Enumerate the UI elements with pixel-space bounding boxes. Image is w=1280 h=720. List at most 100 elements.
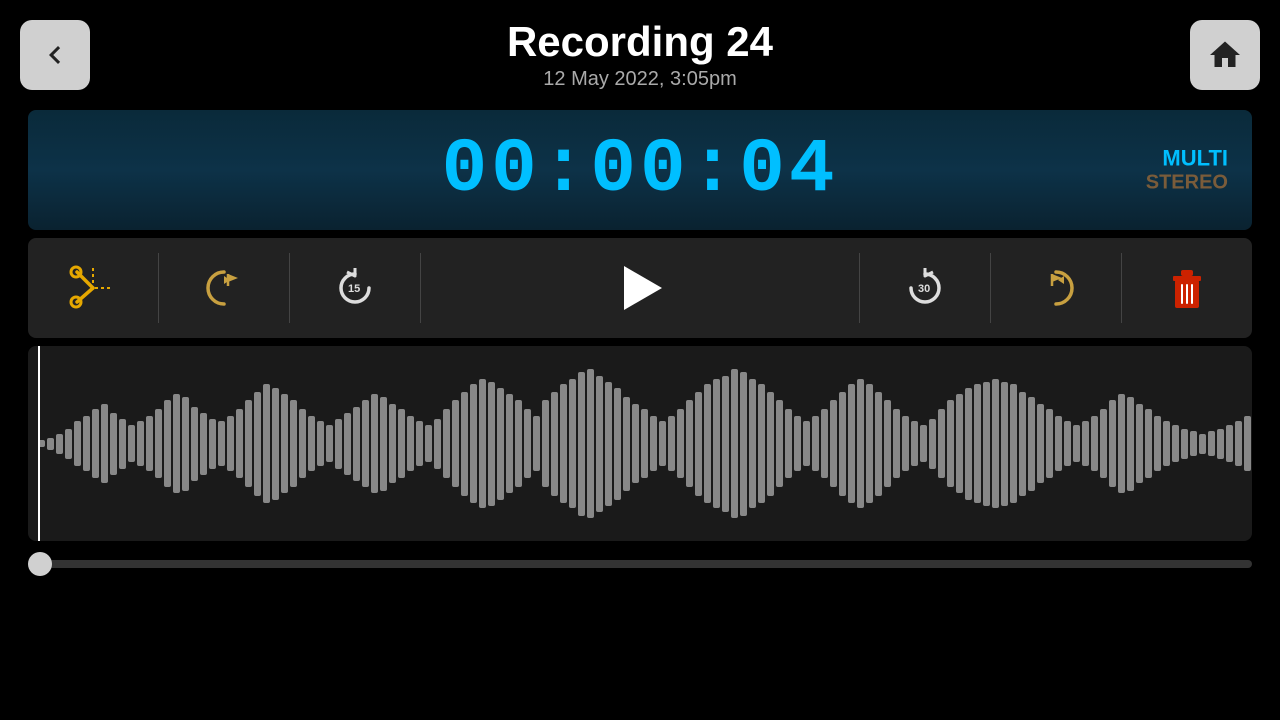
progress-track[interactable] — [28, 560, 1252, 568]
wave-bar — [569, 379, 576, 508]
wave-bar — [596, 376, 603, 512]
wave-bar — [929, 419, 936, 469]
wave-bar — [1208, 431, 1215, 456]
wave-bar — [254, 392, 261, 496]
recording-title: Recording 24 — [90, 19, 1190, 65]
wave-bar — [857, 379, 864, 508]
wave-bar — [308, 416, 315, 471]
wave-bar — [641, 409, 648, 478]
wave-bar — [974, 384, 981, 503]
wave-bar — [1019, 392, 1026, 496]
wave-bar — [209, 419, 216, 469]
wave-bar — [263, 384, 270, 503]
wave-bar — [1010, 384, 1017, 503]
wave-bar — [470, 384, 477, 503]
wave-bar — [1064, 421, 1071, 466]
wave-bar — [1046, 409, 1053, 478]
wave-bar — [965, 388, 972, 500]
wave-bar — [74, 421, 81, 466]
wave-bar — [551, 392, 558, 496]
back-button[interactable] — [20, 20, 90, 90]
wave-bar — [956, 394, 963, 493]
wave-bar — [749, 379, 756, 508]
waveform-section[interactable] — [28, 346, 1252, 541]
wave-bar — [812, 416, 819, 471]
wave-bar — [803, 421, 810, 466]
wave-bar — [920, 425, 927, 462]
scissors-button[interactable] — [28, 243, 158, 333]
wave-bar — [848, 384, 855, 503]
wave-bar — [677, 409, 684, 478]
wave-bar — [758, 384, 765, 503]
wave-bar — [200, 413, 207, 475]
progress-thumb[interactable] — [28, 552, 52, 576]
wave-bar — [164, 400, 171, 487]
wave-bar — [776, 400, 783, 487]
wave-bar — [1244, 416, 1251, 471]
delete-button[interactable] — [1122, 243, 1252, 333]
rewind-15-button[interactable]: 15 — [290, 243, 420, 333]
stereo-label: STEREO — [1146, 172, 1228, 195]
wave-bar — [1082, 421, 1089, 466]
timer-section: 00:00:04 MULTI STEREO — [28, 110, 1252, 230]
wave-bar — [128, 425, 135, 462]
play-button[interactable] — [550, 243, 730, 333]
wave-bar — [524, 409, 531, 478]
wave-bar — [137, 421, 144, 466]
wave-bar — [1154, 416, 1161, 471]
wave-bar — [119, 419, 126, 469]
wave-bar — [911, 421, 918, 466]
wave-bar — [416, 421, 423, 466]
wave-bar — [290, 400, 297, 487]
wave-bar — [362, 400, 369, 487]
wave-bar — [506, 394, 513, 493]
wave-bar — [344, 413, 351, 475]
progress-section[interactable] — [28, 549, 1252, 579]
wave-bar — [146, 416, 153, 471]
wave-bar — [1109, 400, 1116, 487]
wave-bar — [902, 416, 909, 471]
forward-flag-icon — [1032, 264, 1080, 312]
wave-bar — [560, 384, 567, 503]
wave-bar — [380, 397, 387, 491]
home-button[interactable] — [1190, 20, 1260, 90]
playhead — [38, 346, 40, 541]
wave-bar — [1118, 394, 1125, 493]
rewind-flag-button[interactable] — [159, 243, 289, 333]
timer-display: 00:00:04 — [442, 127, 839, 213]
wave-bar — [272, 388, 279, 500]
wave-bar — [839, 392, 846, 496]
wave-bar — [218, 421, 225, 466]
recording-date: 12 May 2022, 3:05pm — [90, 68, 1190, 91]
wave-bar — [578, 372, 585, 516]
wave-bar — [614, 388, 621, 500]
chevron-left-icon — [37, 37, 73, 73]
header: Recording 24 12 May 2022, 3:05pm — [0, 0, 1280, 110]
wave-bar — [1190, 431, 1197, 456]
wave-bar — [1181, 429, 1188, 459]
wave-bar — [452, 400, 459, 487]
svg-text:15: 15 — [348, 283, 360, 295]
forward-flag-button[interactable] — [991, 243, 1121, 333]
rewind-15-icon: 15 — [331, 264, 379, 312]
wave-bar — [785, 409, 792, 478]
wave-bar — [155, 409, 162, 478]
wave-bar — [884, 400, 891, 487]
wave-bar — [695, 392, 702, 496]
wave-bar — [335, 419, 342, 469]
wave-bar — [1127, 397, 1134, 491]
wave-bar — [101, 404, 108, 483]
forward-30-button[interactable]: 30 — [860, 243, 990, 333]
wave-bar — [1172, 425, 1179, 462]
wave-bar — [587, 369, 594, 518]
multi-label: MULTI — [1146, 146, 1228, 172]
wave-bar — [947, 400, 954, 487]
wave-bar — [1136, 404, 1143, 483]
wave-bar — [605, 382, 612, 506]
wave-bar — [650, 416, 657, 471]
wave-bar — [92, 409, 99, 478]
scissors-icon — [69, 264, 117, 312]
wave-bar — [1001, 382, 1008, 506]
wave-bar — [623, 397, 630, 491]
wave-bar — [866, 384, 873, 503]
